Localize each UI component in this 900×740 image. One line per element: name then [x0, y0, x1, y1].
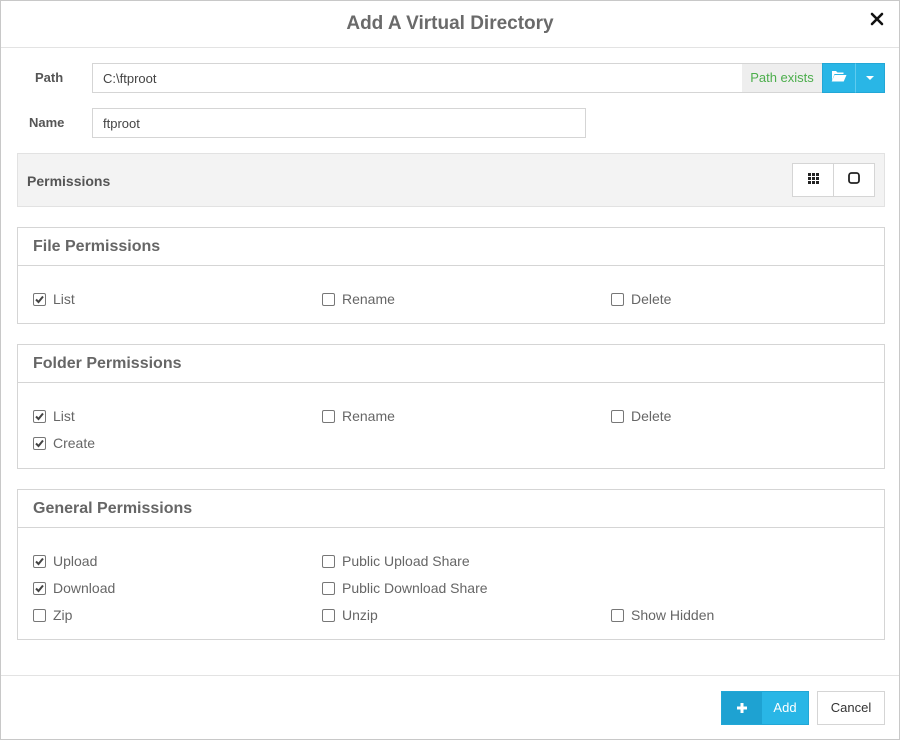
- add-button[interactable]: Add: [721, 691, 809, 725]
- path-input[interactable]: [92, 63, 743, 93]
- checkbox-box[interactable]: [322, 608, 335, 622]
- checkbox-box[interactable]: [322, 409, 335, 423]
- select-all-button[interactable]: [792, 163, 834, 197]
- checkbox-box[interactable]: [33, 554, 46, 568]
- download-checkbox[interactable]: Download: [33, 580, 115, 596]
- checkbox-label: Download: [53, 580, 116, 596]
- file-list-checkbox[interactable]: List: [33, 291, 75, 307]
- checkbox-box[interactable]: [33, 608, 46, 622]
- upload-checkbox[interactable]: Upload: [33, 553, 97, 569]
- folder-open-icon: [831, 69, 847, 87]
- checkbox-box[interactable]: [322, 554, 335, 568]
- path-label: Path: [35, 70, 64, 85]
- show-hidden-checkbox[interactable]: Show Hidden: [611, 607, 714, 623]
- path-options-dropdown[interactable]: [855, 63, 885, 93]
- checkbox-label: Rename: [342, 408, 395, 424]
- permissions-label: Permissions: [27, 173, 111, 189]
- checkbox-box[interactable]: [33, 436, 46, 450]
- folder-delete-checkbox[interactable]: Delete: [611, 408, 671, 424]
- square-icon: [848, 171, 860, 189]
- name-label: Name: [29, 115, 65, 130]
- public-upload-share-checkbox[interactable]: Public Upload Share: [322, 553, 470, 569]
- checkbox-label: Delete: [631, 291, 672, 307]
- checkbox-label: Delete: [631, 408, 672, 424]
- general-permissions-panel: General Permissions Upload Public Upload…: [17, 489, 885, 640]
- checkbox-label: Upload: [53, 553, 98, 569]
- folder-permissions-title: Folder Permissions: [18, 345, 884, 383]
- checkbox-box[interactable]: [33, 581, 46, 595]
- file-permissions-panel: File Permissions List Rename Delete: [17, 227, 885, 324]
- permissions-bar: Permissions: [17, 153, 885, 207]
- checkbox-box[interactable]: [33, 409, 46, 423]
- folder-list-checkbox[interactable]: List: [33, 408, 75, 424]
- public-download-share-checkbox[interactable]: Public Download Share: [322, 580, 488, 596]
- checkbox-label: Unzip: [342, 607, 378, 623]
- caret-down-icon: [866, 76, 874, 80]
- general-permissions-title: General Permissions: [18, 490, 884, 528]
- file-delete-checkbox[interactable]: Delete: [611, 291, 671, 307]
- checkbox-box[interactable]: [322, 581, 335, 595]
- checkbox-label: Zip: [53, 607, 73, 623]
- browse-folder-button[interactable]: [822, 63, 856, 93]
- select-none-button[interactable]: [833, 163, 875, 197]
- checkbox-label: Public Download Share: [342, 580, 488, 596]
- checkbox-box[interactable]: [322, 292, 335, 306]
- plus-icon: [722, 692, 762, 724]
- checkbox-label: Rename: [342, 291, 395, 307]
- checkbox-label: List: [53, 408, 75, 424]
- path-status-badge: Path exists: [742, 63, 823, 93]
- name-input[interactable]: [92, 108, 586, 138]
- checkbox-label: List: [53, 291, 75, 307]
- folder-create-checkbox[interactable]: Create: [33, 435, 95, 451]
- checkbox-box[interactable]: [611, 292, 624, 306]
- dialog-title: Add A Virtual Directory: [346, 13, 554, 34]
- zip-checkbox[interactable]: Zip: [33, 607, 72, 623]
- cancel-button[interactable]: Cancel: [817, 691, 885, 725]
- unzip-checkbox[interactable]: Unzip: [322, 607, 378, 623]
- file-rename-checkbox[interactable]: Rename: [322, 291, 395, 307]
- checkbox-box[interactable]: [611, 608, 624, 622]
- checkbox-box[interactable]: [611, 409, 624, 423]
- checkbox-label: Public Upload Share: [342, 553, 470, 569]
- folder-permissions-panel: Folder Permissions List Rename Delete Cr…: [17, 344, 885, 469]
- checkbox-label: Show Hidden: [631, 607, 715, 623]
- add-virtual-directory-dialog: Add A Virtual Directory Path Path exists…: [0, 0, 900, 740]
- checkbox-box[interactable]: [33, 292, 46, 306]
- folder-rename-checkbox[interactable]: Rename: [322, 408, 395, 424]
- add-button-label: Add: [773, 700, 797, 715]
- file-permissions-title: File Permissions: [18, 228, 884, 266]
- checkbox-label: Create: [53, 435, 96, 451]
- grid-icon: [807, 171, 819, 189]
- dialog-header: Add A Virtual Directory: [1, 1, 899, 48]
- close-icon[interactable]: [869, 11, 885, 27]
